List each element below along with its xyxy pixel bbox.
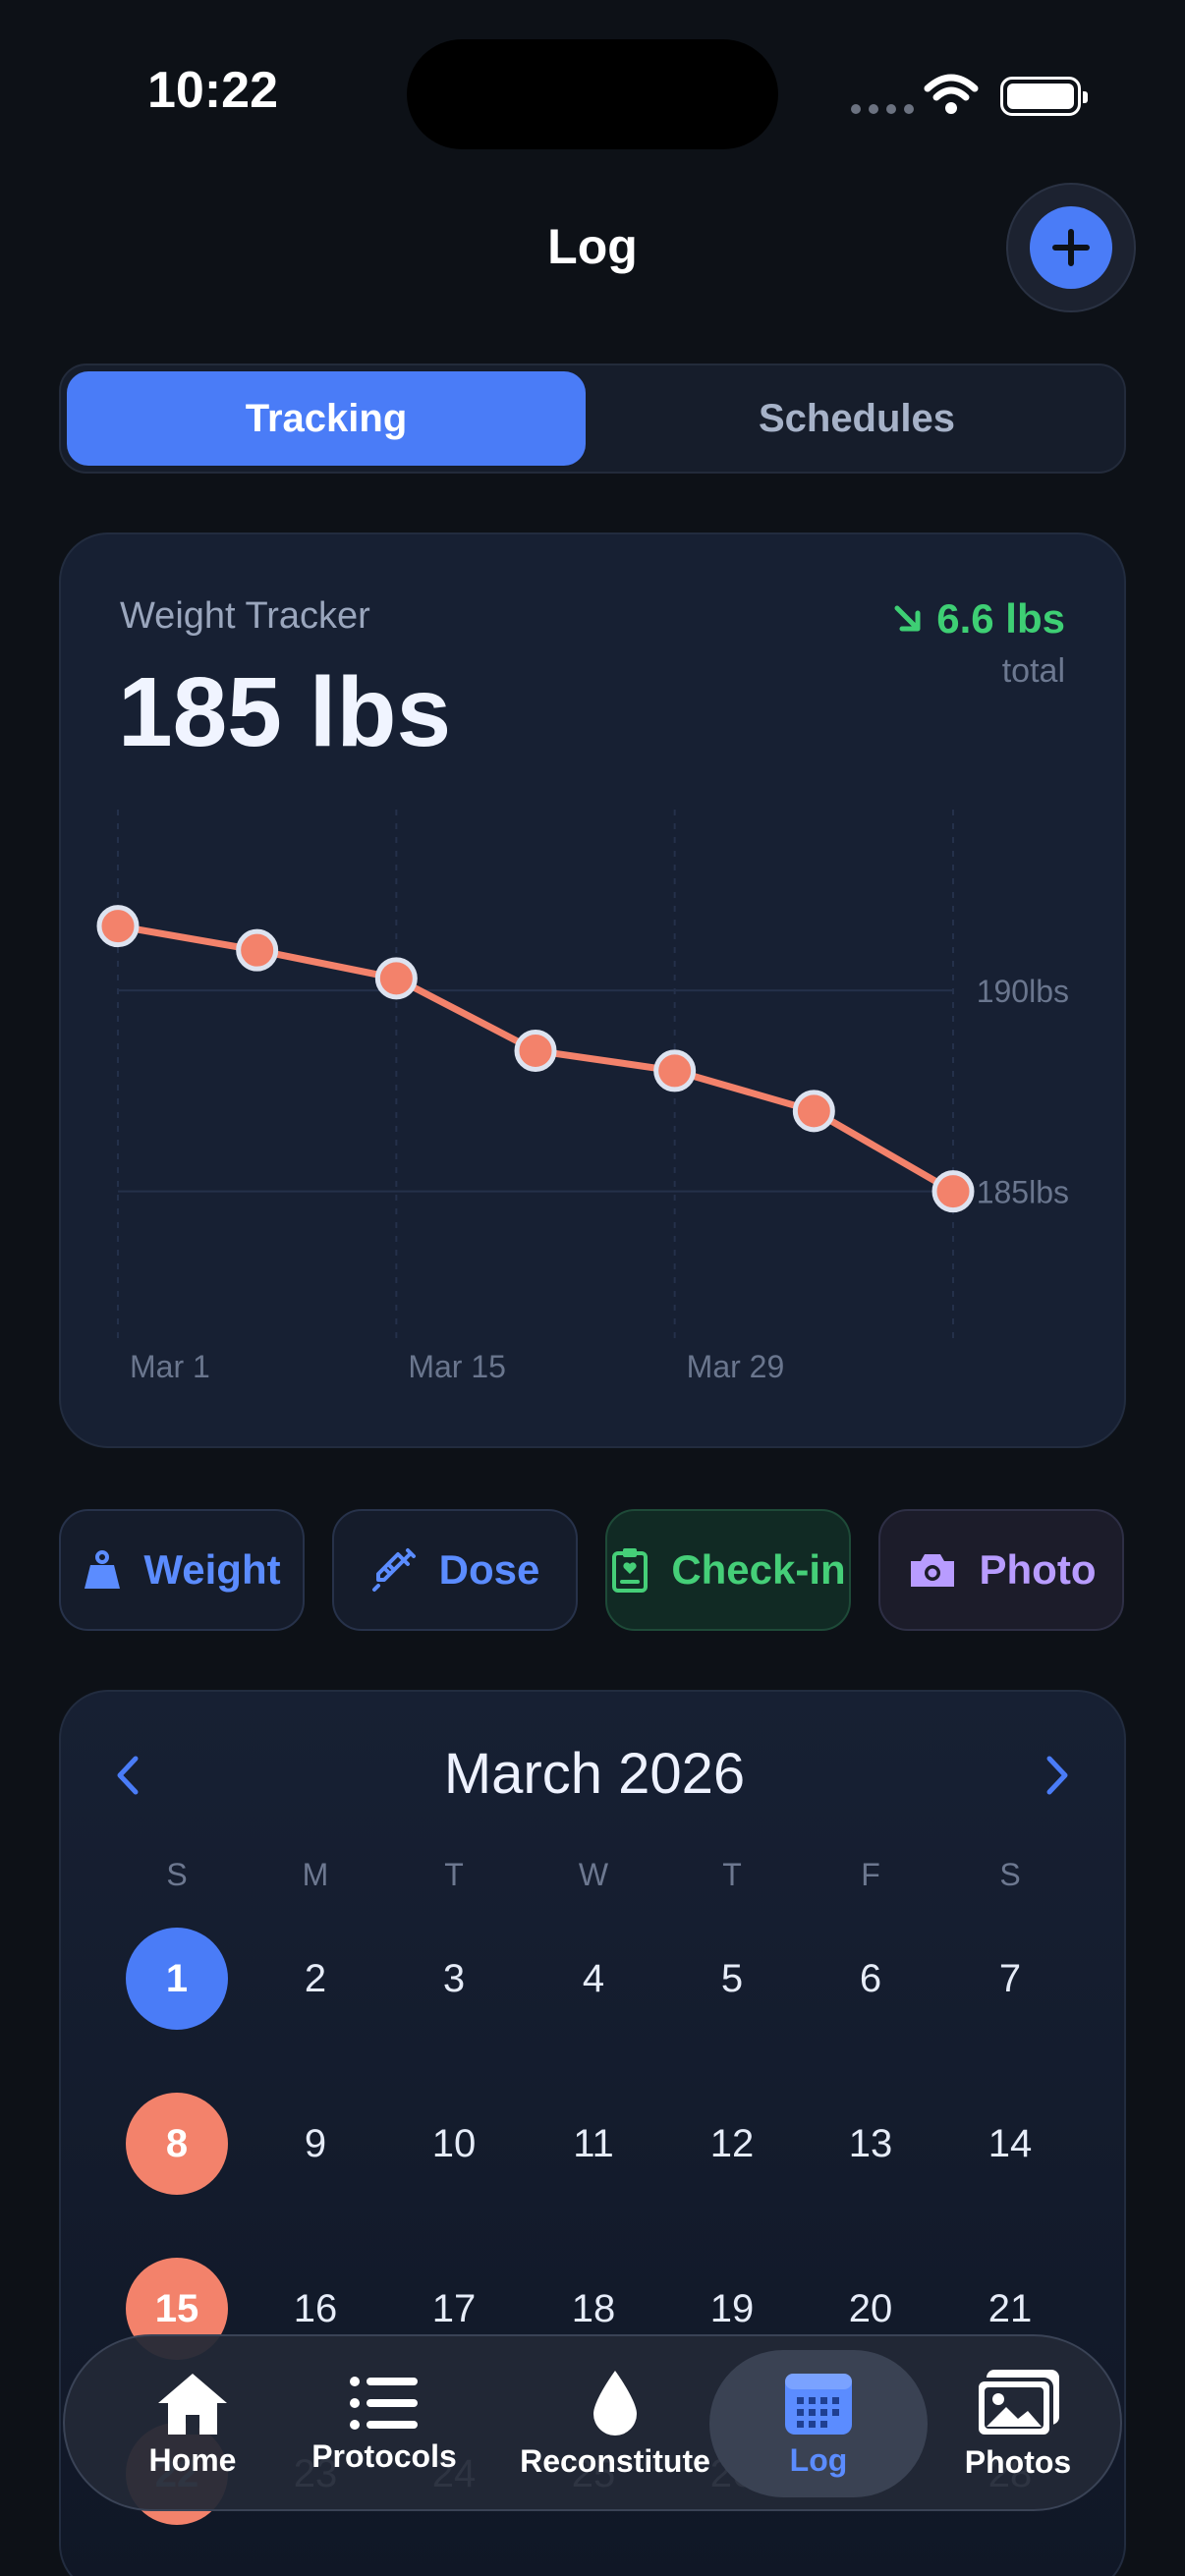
weight-data-point: [653, 1049, 697, 1092]
weekday-label: S: [999, 1857, 1021, 1892]
calendar-month: March 2026: [443, 1742, 746, 1806]
weekday-label: F: [861, 1857, 880, 1892]
segment-schedules[interactable]: Schedules: [597, 371, 1116, 466]
calendar-icon: [785, 2373, 852, 2435]
weekday-label: T: [444, 1857, 464, 1892]
segmented-control: Tracking Schedules: [59, 364, 1126, 474]
battery-icon: [1000, 77, 1088, 116]
log-weight-button[interactable]: Weight: [59, 1509, 305, 1631]
card-label: Weight Tracker: [120, 595, 370, 637]
weight-data-point: [514, 1029, 557, 1072]
calendar-day[interactable]: 14: [959, 2093, 1061, 2195]
weight-data-point: [931, 1170, 975, 1213]
tab-reconstitute-label: Reconstitute: [520, 2442, 710, 2479]
photo-label: Photo: [979, 1546, 1097, 1593]
list-icon: [350, 2376, 418, 2430]
calendar-day[interactable]: 13: [819, 2093, 922, 2195]
weight-delta: 6.6 lbs: [891, 595, 1065, 643]
delta-caption: total: [1001, 652, 1065, 690]
cellular-signal-icon: [851, 104, 914, 114]
calendar-day[interactable]: 10: [403, 2093, 505, 2195]
tab-protocols[interactable]: Protocols: [291, 2350, 478, 2497]
weekday-label: W: [578, 1857, 609, 1892]
x-tick-label: Mar 29: [687, 1349, 785, 1384]
current-weight: 185 lbs: [118, 657, 452, 767]
calendar-day[interactable]: 5: [681, 1928, 783, 2030]
weight-icon: [85, 1550, 121, 1589]
x-tick-label: Mar 1: [130, 1349, 210, 1384]
calendar-day[interactable]: 4: [542, 1928, 645, 2030]
tab-reconstitute[interactable]: Reconstitute: [497, 2350, 733, 2497]
checkin-label: Check-in: [671, 1546, 846, 1593]
segment-tracking[interactable]: Tracking: [67, 371, 586, 466]
calendar-day-today[interactable]: 1: [126, 1928, 228, 2030]
y-tick-label: 185lbs: [977, 1175, 1069, 1210]
dynamic-island: [407, 39, 778, 149]
y-tick-label: 190lbs: [977, 974, 1069, 1009]
calendar-day[interactable]: 6: [819, 1928, 922, 2030]
weight-label: Weight: [143, 1546, 281, 1593]
weight-data-point: [374, 957, 418, 1000]
tab-home-label: Home: [148, 2441, 237, 2478]
dose-label: Dose: [438, 1546, 540, 1593]
wifi-icon: [924, 74, 979, 114]
calendar-day[interactable]: 3: [403, 1928, 505, 2030]
syringe-icon: [371, 1548, 416, 1592]
weekday-label: S: [166, 1857, 188, 1892]
tab-log[interactable]: Log: [709, 2350, 928, 2497]
calendar-day[interactable]: 7: [959, 1928, 1061, 2030]
tab-photos[interactable]: Photos: [930, 2350, 1106, 2497]
calendar-day[interactable]: 2: [264, 1928, 367, 2030]
house-icon: [158, 2373, 227, 2435]
x-tick-label: Mar 15: [408, 1349, 506, 1384]
tab-home[interactable]: Home: [104, 2350, 281, 2497]
delta-value: 6.6 lbs: [936, 595, 1065, 642]
photos-icon: [975, 2369, 1059, 2438]
weekday-label: M: [302, 1857, 329, 1892]
status-time: 10:22: [147, 62, 278, 119]
camera-icon: [910, 1554, 954, 1587]
log-photo-button[interactable]: Photo: [878, 1509, 1124, 1631]
tab-bar: Home Protocols Reconstitute Log Photos: [63, 2334, 1122, 2511]
clipboard-heart-icon: [612, 1548, 649, 1593]
tab-log-label: Log: [789, 2441, 848, 2478]
calendar-day[interactable]: 12: [681, 2093, 783, 2195]
calendar-day[interactable]: 11: [542, 2093, 645, 2195]
plus-icon: [1052, 229, 1090, 266]
drop-icon: [593, 2370, 637, 2436]
weight-data-point: [792, 1090, 835, 1133]
weekday-label: T: [722, 1857, 742, 1892]
chevron-right-icon[interactable]: [1044, 1753, 1073, 1798]
log-dose-button[interactable]: Dose: [332, 1509, 578, 1631]
weight-tracker-card[interactable]: 190lbs 185lbs Mar 1 Mar 15 Mar 29 Weight Tra…: [59, 532, 1126, 1448]
tab-photos-label: Photos: [964, 2443, 1072, 2480]
weight-data-point: [236, 928, 279, 972]
tab-protocols-label: Protocols: [311, 2437, 457, 2474]
weight-data-point: [96, 905, 140, 948]
add-button[interactable]: [1006, 183, 1136, 312]
calendar-day-logged[interactable]: 8: [126, 2093, 228, 2195]
log-checkin-button[interactable]: Check-in: [605, 1509, 851, 1631]
arrow-down-right-icon: [894, 605, 921, 632]
calendar-day[interactable]: 9: [264, 2093, 367, 2195]
